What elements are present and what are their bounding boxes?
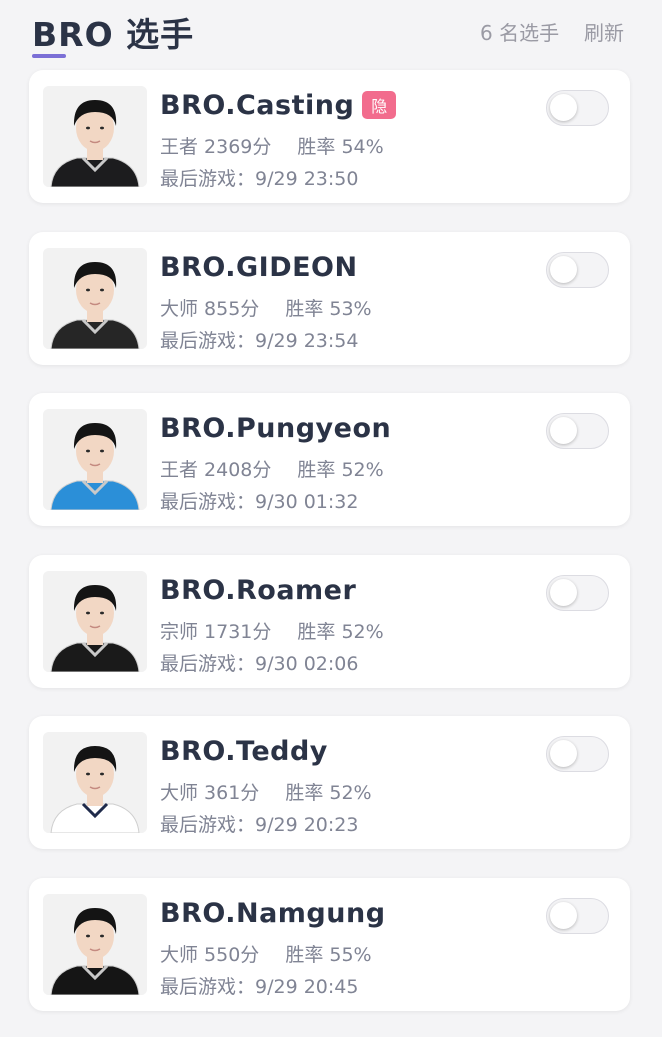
last-game-time: 最后游戏：9/29 20:45	[160, 976, 359, 998]
follow-toggle[interactable]	[546, 90, 609, 126]
player-name: BRO.Teddy	[160, 735, 328, 767]
name-row: BRO.Casting 隐	[160, 88, 397, 122]
title-underline	[32, 54, 66, 58]
last-game-time: 最后游戏：9/29 23:54	[160, 330, 359, 352]
toggle-knob	[550, 740, 577, 767]
win-rate: 胜率 52%	[297, 459, 384, 481]
name-row: BRO.Teddy	[160, 734, 328, 768]
refresh-button[interactable]: 刷新	[584, 17, 624, 46]
player-stats: 王者 2369分 胜率 54%	[160, 132, 384, 159]
rank-score: 宗师 1731分	[160, 621, 272, 643]
player-name: BRO.Casting	[160, 89, 355, 121]
last-game-time: 最后游戏：9/29 20:23	[160, 814, 359, 836]
player-name: BRO.Pungyeon	[160, 412, 392, 444]
player-stats: 大师 550分 胜率 55%	[160, 940, 372, 967]
player-stats: 大师 855分 胜率 53%	[160, 294, 372, 321]
last-game-time: 最后游戏：9/30 02:06	[160, 653, 359, 675]
toggle-knob	[550, 417, 577, 444]
page-title: BRO 选手	[32, 15, 195, 54]
toggle-knob	[550, 902, 577, 929]
win-rate: 胜率 52%	[297, 621, 384, 643]
follow-toggle[interactable]	[546, 575, 609, 611]
player-avatar	[43, 409, 147, 510]
player-count: 6 名选手	[480, 21, 560, 45]
follow-toggle[interactable]	[546, 898, 609, 934]
player-avatar	[43, 571, 147, 672]
rank-score: 王者 2369分	[160, 136, 272, 158]
rank-score: 大师 550分	[160, 944, 260, 966]
player-card[interactable]: BRO.Roamer 宗师 1731分 胜率 52% 最后游戏：9/30 02:0…	[29, 555, 630, 688]
player-stats: 大师 361分 胜率 52%	[160, 778, 372, 805]
name-row: BRO.GIDEON	[160, 250, 358, 284]
win-rate: 胜率 53%	[285, 298, 372, 320]
rank-score: 大师 855分	[160, 298, 260, 320]
toggle-knob	[550, 579, 577, 606]
player-card[interactable]: BRO.Teddy 大师 361分 胜率 52% 最后游戏：9/29 20:23	[29, 716, 630, 849]
last-game-time: 最后游戏：9/30 01:32	[160, 491, 359, 513]
follow-toggle[interactable]	[546, 736, 609, 772]
player-avatar	[43, 894, 147, 995]
win-rate: 胜率 54%	[297, 136, 384, 158]
player-card[interactable]: BRO.Pungyeon 王者 2408分 胜率 52% 最后游戏：9/30 01…	[29, 393, 630, 526]
player-name: BRO.Namgung	[160, 897, 386, 929]
player-card[interactable]: BRO.Casting 隐 王者 2369分 胜率 54% 最后游戏：9/29 2…	[29, 70, 630, 203]
player-name: BRO.GIDEON	[160, 251, 358, 283]
player-card[interactable]: BRO.GIDEON 大师 855分 胜率 53% 最后游戏：9/29 23:54	[29, 232, 630, 365]
win-rate: 胜率 52%	[285, 782, 372, 804]
player-avatar	[43, 732, 147, 833]
player-avatar	[43, 248, 147, 349]
player-stats: 宗师 1731分 胜率 52%	[160, 617, 384, 644]
player-stats: 王者 2408分 胜率 52%	[160, 455, 384, 482]
rank-score: 大师 361分	[160, 782, 260, 804]
player-avatar	[43, 86, 147, 187]
hidden-badge: 隐	[362, 91, 397, 119]
rank-score: 王者 2408分	[160, 459, 272, 481]
toggle-knob	[550, 94, 577, 121]
follow-toggle[interactable]	[546, 252, 609, 288]
toggle-knob	[550, 256, 577, 283]
follow-toggle[interactable]	[546, 413, 609, 449]
name-row: BRO.Namgung	[160, 896, 386, 930]
player-name: BRO.Roamer	[160, 574, 357, 606]
win-rate: 胜率 55%	[285, 944, 372, 966]
player-card[interactable]: BRO.Namgung 大师 550分 胜率 55% 最后游戏：9/29 20:4…	[29, 878, 630, 1011]
page-header: BRO 选手 6 名选手 刷新	[0, 0, 662, 62]
name-row: BRO.Pungyeon	[160, 411, 391, 445]
name-row: BRO.Roamer	[160, 573, 356, 607]
last-game-time: 最后游戏：9/29 23:50	[160, 168, 359, 190]
